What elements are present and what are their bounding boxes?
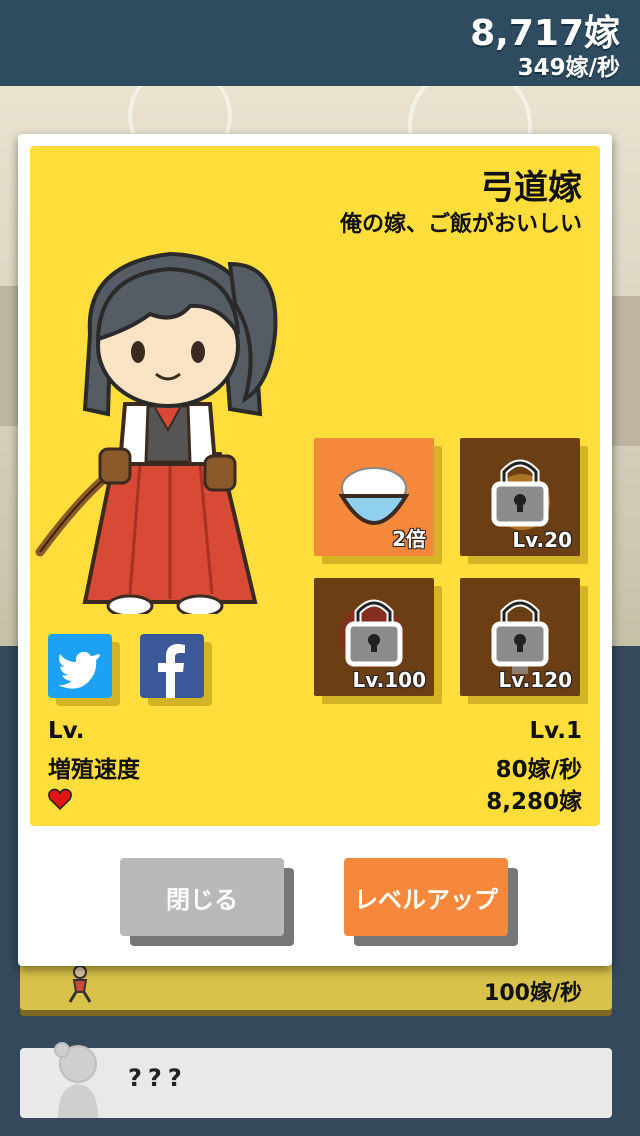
character-description: 俺の嫁、ご飯がおいしい xyxy=(339,212,582,237)
close-button[interactable]: 閉じる xyxy=(120,858,294,946)
level-label: Lv. xyxy=(48,718,85,744)
character-portrait xyxy=(35,251,278,614)
heart-icon xyxy=(48,788,72,810)
speed-value: 80嫁/秒 xyxy=(495,757,582,783)
locked-label: ??? xyxy=(128,1064,188,1092)
level-up-button[interactable]: レベルアップ xyxy=(344,858,518,946)
item-label: Lv.100 xyxy=(352,668,427,692)
item-label: Lv.120 xyxy=(498,668,573,692)
yome-rate: 349嫁/秒 xyxy=(517,55,620,81)
facebook-icon xyxy=(158,644,185,698)
speed-label: 増殖速度 xyxy=(48,757,140,783)
item-label: 2倍 xyxy=(392,527,426,551)
character-name: 弓道嫁 xyxy=(480,168,582,208)
close-button-label: 閉じる xyxy=(120,858,284,936)
item-tile-locked-120[interactable]: Lv.120 xyxy=(460,578,588,704)
item-label: Lv.20 xyxy=(512,528,572,552)
facebook-share-button[interactable] xyxy=(140,634,212,706)
twitter-icon xyxy=(58,651,100,689)
item-tile-locked-100[interactable]: Lv.100 xyxy=(314,578,442,704)
silhouette-icon xyxy=(54,1042,98,1118)
background-card-rate: 100嫁/秒 xyxy=(484,981,582,1006)
character-panel: 弓道嫁 俺の嫁、ご飯がおいしい 2倍 Lv.20 Lv.100 Lv.120 L… xyxy=(30,146,600,826)
level-value: Lv.1 xyxy=(529,718,582,744)
twitter-share-button[interactable] xyxy=(48,634,120,706)
locked-character-card[interactable]: ??? xyxy=(20,1042,612,1118)
character-dialog: 弓道嫁 俺の嫁、ご飯がおいしい 2倍 Lv.20 Lv.100 Lv.120 L… xyxy=(18,134,612,966)
heart-value: 8,280嫁 xyxy=(486,789,582,815)
item-tile-locked-20[interactable]: Lv.20 xyxy=(460,438,588,564)
level-up-button-label: レベルアップ xyxy=(344,858,508,936)
top-bar: 8,717嫁 349嫁/秒 xyxy=(0,0,640,86)
item-tile-rice[interactable]: 2倍 xyxy=(314,438,442,564)
walker-icon xyxy=(68,965,92,1003)
